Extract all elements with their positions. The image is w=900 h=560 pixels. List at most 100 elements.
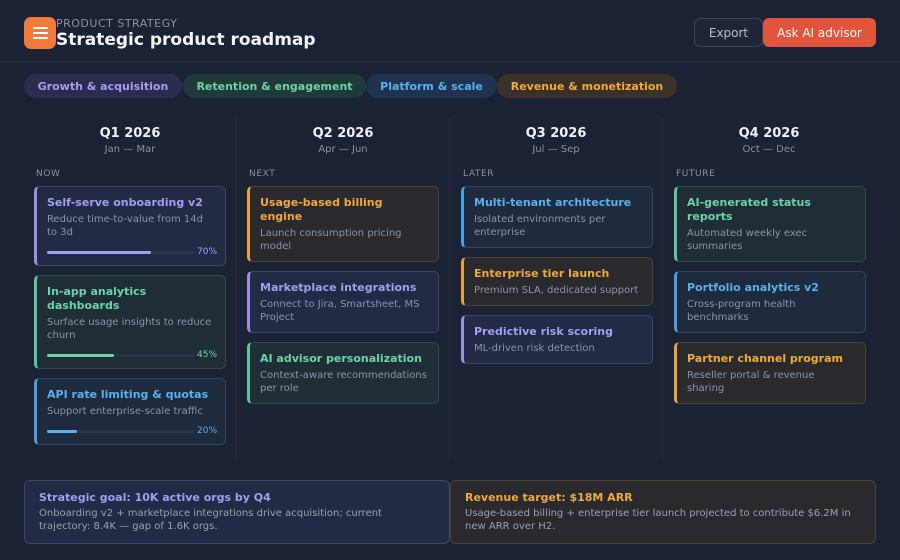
progress-fill: [47, 429, 77, 433]
card-title-line: API rate limiting & quotas: [47, 388, 209, 401]
card-description: Automated weekly exec summaries: [687, 227, 855, 253]
card-title: In-app analytics dashboards: [47, 285, 215, 313]
card-description: Premium SLA, dedicated support: [474, 284, 642, 297]
tab-purple[interactable]: Growth & acquisition: [24, 74, 182, 98]
progress-bar: 45%: [47, 350, 217, 360]
card-title-line: Predictive risk scoring: [474, 325, 614, 338]
card-title: Partner channel program: [687, 352, 855, 366]
roadmap-card[interactable]: Multi-tenant architecture Isolated enviro…: [461, 186, 653, 248]
tab-orange[interactable]: Revenue & monetization: [497, 74, 677, 98]
stage-label: LATER: [463, 169, 495, 179]
card-title-line: Usage-based billing: [260, 196, 383, 209]
roadmap-card[interactable]: Self-serve onboarding v2 Reduce time-to-v…: [34, 186, 226, 266]
card-description-line: summaries: [687, 241, 743, 252]
column-divider: [662, 118, 663, 460]
card-description-line: model: [260, 241, 292, 252]
progress-bar: 70%: [47, 247, 217, 257]
card-description-line: to 3d: [47, 227, 73, 238]
quarter-header: Q3 2026 Jul — Sep: [450, 126, 662, 155]
summary-description: Usage-based billing + enterprise tier la…: [465, 507, 861, 533]
export-button[interactable]: Export: [694, 18, 763, 47]
roadmap-card[interactable]: Enterprise tier launch Premium SLA, dedic…: [461, 257, 653, 306]
card-title-line: dashboards: [47, 299, 120, 312]
card-description-line: Automated weekly exec: [687, 228, 808, 239]
roadmap-card[interactable]: Marketplace integrations Connect to Jira,…: [247, 271, 439, 333]
card-description: Cross-program health benchmarks: [687, 298, 855, 324]
quarter-label: Q3 2026: [525, 126, 587, 141]
summary-title: Revenue target: $18M ARR: [465, 491, 633, 504]
card-description-line: ML-driven risk detection: [474, 343, 595, 354]
card-title: API rate limiting & quotas: [47, 388, 215, 402]
roadmap-card[interactable]: Partner channel program Reseller portal &…: [674, 342, 866, 404]
progress-percent: 70%: [197, 247, 218, 257]
progress-fill: [47, 250, 151, 254]
card-description-line: Reseller portal & revenue: [687, 370, 815, 381]
card-description-line: Cross-program health: [687, 299, 796, 310]
card-title: Predictive risk scoring: [474, 325, 642, 339]
card-title-line: Partner channel program: [687, 352, 843, 365]
card-description: Reseller portal & revenue sharing: [687, 369, 855, 395]
card-title-line: In-app analytics: [47, 285, 147, 298]
column-divider: [236, 118, 237, 460]
card-title: Enterprise tier launch: [474, 267, 642, 281]
quarter-header: Q4 2026 Oct — Dec: [663, 126, 875, 155]
roadmap-card[interactable]: API rate limiting & quotas Support enterp…: [34, 378, 226, 445]
card-title-line: reports: [687, 210, 733, 223]
card-description: Connect to Jira, Smartsheet, MS Project: [260, 298, 428, 324]
summary-description-line: new ARR over H2.: [465, 521, 556, 532]
roadmap-card[interactable]: Usage-based billing engine Launch consumpt…: [247, 186, 439, 262]
summary-description: Onboarding v2 + marketplace integrations…: [39, 507, 435, 533]
roadmap-card[interactable]: Portfolio analytics v2 Cross-program heal…: [674, 271, 866, 333]
card-description: Isolated environments per enterprise: [474, 213, 642, 239]
card-description-line: Support enterprise-scale traffic: [47, 406, 203, 417]
progress-fill: [47, 353, 114, 357]
card-description-line: benchmarks: [687, 312, 749, 323]
card-title-line: engine: [260, 210, 303, 223]
card-description-line: Reduce time-to-value from 14d: [47, 214, 203, 225]
summary-card: Revenue target: $18M ARR Usage-based bill…: [450, 480, 876, 544]
ask-ai-advisor-button[interactable]: Ask AI advisor: [763, 18, 876, 47]
roadmap-card[interactable]: In-app analytics dashboards Surface usage …: [34, 275, 226, 369]
stage-label: NEXT: [249, 169, 276, 179]
tab-blue[interactable]: Platform & scale: [366, 74, 497, 98]
card-title-line: Enterprise tier launch: [474, 267, 610, 280]
card-description: Context-aware recommendations per role: [260, 369, 428, 395]
card-description: Launch consumption pricing model: [260, 227, 428, 253]
card-title: AI advisor personalization: [260, 352, 428, 366]
card-title-line: Multi-tenant architecture: [474, 196, 632, 209]
stage-label: NOW: [36, 169, 61, 179]
card-description-line: Launch consumption pricing: [260, 228, 402, 239]
roadmap-card[interactable]: AI advisor personalization Context-aware …: [247, 342, 439, 404]
quarter-range: Oct — Dec: [742, 144, 796, 155]
progress-track: [47, 429, 195, 433]
page-title: Strategic product roadmap: [56, 30, 316, 50]
card-title-line: Marketplace integrations: [260, 281, 417, 294]
card-title: Usage-based billing engine: [260, 196, 428, 224]
card-description-line: Context-aware recommendations: [260, 370, 427, 381]
quarter-range: Jul — Sep: [532, 144, 580, 155]
progress-track: [47, 353, 195, 357]
quarter-header: Q2 2026 Apr — Jun: [237, 126, 449, 155]
header-bar: PRODUCT STRATEGY Strategic product roadm…: [0, 0, 900, 62]
card-description: ML-driven risk detection: [474, 342, 642, 355]
card-title-line: Self-serve onboarding v2: [47, 196, 203, 209]
roadmap-card[interactable]: Predictive risk scoring ML-driven risk de…: [461, 315, 653, 364]
menu-icon[interactable]: [24, 17, 56, 49]
card-title: Marketplace integrations: [260, 281, 428, 295]
card-description: Support enterprise-scale traffic: [47, 405, 215, 418]
card-description-line: Connect to Jira, Smartsheet, MS: [260, 299, 420, 310]
card-title: Portfolio analytics v2: [687, 281, 855, 295]
card-title: Multi-tenant architecture: [474, 196, 642, 210]
card-description-line: Premium SLA, dedicated support: [474, 285, 639, 296]
card-description: Surface usage insights to reduce churn: [47, 316, 215, 342]
roadmap-card[interactable]: AI-generated status reports Automated week…: [674, 186, 866, 262]
quarter-header: Q1 2026 Jan — Mar: [24, 126, 236, 155]
quarter-label: Q4 2026: [738, 126, 800, 141]
card-title-line: AI advisor personalization: [260, 352, 422, 365]
card-description-line: Isolated environments per: [474, 214, 606, 225]
card-description-line: Surface usage insights to reduce: [47, 317, 212, 328]
quarter-range: Apr — Jun: [318, 144, 368, 155]
card-title: Self-serve onboarding v2: [47, 196, 215, 210]
tab-green[interactable]: Retention & engagement: [183, 74, 366, 98]
card-title-line: AI-generated status: [687, 196, 811, 209]
